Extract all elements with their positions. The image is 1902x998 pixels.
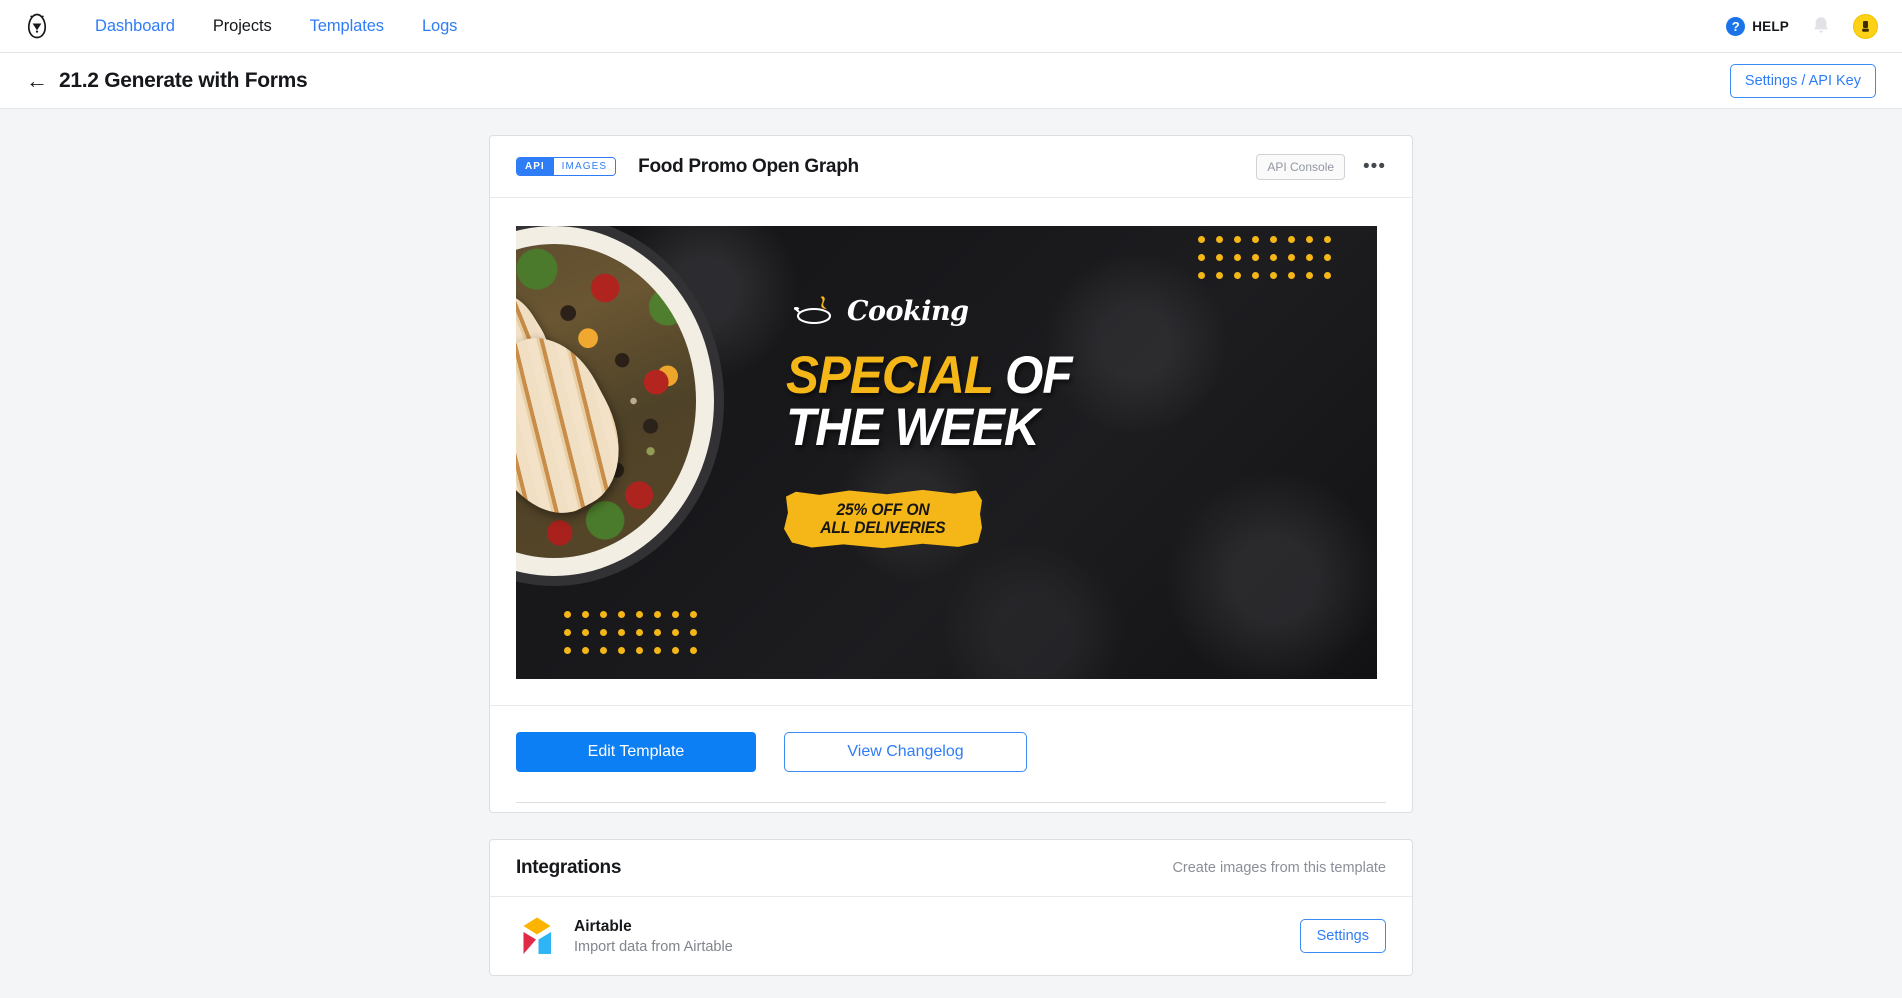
integrations-header: Integrations Create images from this tem… xyxy=(490,840,1412,897)
page-title-bar: ← 21.2 Generate with Forms Settings / AP… xyxy=(0,53,1902,109)
badge-api-label: API xyxy=(517,158,553,175)
template-card: API IMAGES Food Promo Open Graph API Con… xyxy=(489,135,1413,813)
nav-link-dashboard[interactable]: Dashboard xyxy=(76,17,194,36)
integration-texts: Airtable Import data from Airtable xyxy=(574,918,733,955)
dot-pattern-top-right xyxy=(1198,236,1342,290)
top-navigation-bar: Dashboard Projects Templates Logs ? HELP xyxy=(0,0,1902,53)
card-bottom-divider xyxy=(516,802,1386,812)
integration-description: Import data from Airtable xyxy=(574,938,733,955)
template-card-header: API IMAGES Food Promo Open Graph API Con… xyxy=(490,136,1412,198)
nav-right-group: ? HELP xyxy=(1726,13,1878,39)
discount-line-1: 25% OFF ON xyxy=(836,500,930,519)
headline-special: SPECIAL xyxy=(786,346,993,405)
integration-settings-button[interactable]: Settings xyxy=(1299,919,1386,953)
notification-bell-icon[interactable] xyxy=(1811,15,1831,37)
help-button[interactable]: ? HELP xyxy=(1726,16,1789,36)
promo-headline: SPECIAL OF THE WEEK xyxy=(786,349,1346,457)
headline-line-2: THE WEEK xyxy=(786,397,1040,457)
integrations-card: Integrations Create images from this tem… xyxy=(489,839,1413,976)
promo-discount-badge: 25% OFF ON ALL DELIVERIES xyxy=(784,489,982,549)
badge-images-label: IMAGES xyxy=(552,158,616,175)
user-avatar-icon[interactable] xyxy=(1853,13,1878,39)
back-arrow-icon[interactable]: ← xyxy=(26,69,48,92)
brand-logo: Cooking xyxy=(794,294,969,328)
template-preview-image[interactable]: Cooking SPECIAL OF THE WEEK 25% OFF ON A… xyxy=(516,226,1377,679)
nav-links: Dashboard Projects Templates Logs xyxy=(76,17,476,36)
nav-link-templates[interactable]: Templates xyxy=(291,17,403,36)
help-label: HELP xyxy=(1752,18,1789,34)
question-mark-icon: ? xyxy=(1726,16,1746,36)
nav-link-logs[interactable]: Logs xyxy=(403,17,476,36)
integrations-title: Integrations xyxy=(516,857,622,878)
template-preview-wrapper: Cooking SPECIAL OF THE WEEK 25% OFF ON A… xyxy=(490,198,1412,679)
cooking-pan-icon xyxy=(794,296,832,325)
template-card-header-actions: API Console ••• xyxy=(1256,153,1386,180)
dot-pattern-bottom-left xyxy=(564,611,708,665)
integrations-subtitle: Create images from this template xyxy=(1172,860,1386,876)
nav-link-projects[interactable]: Projects xyxy=(194,17,291,36)
egg-logo-icon[interactable] xyxy=(22,9,52,43)
overflow-menu-icon[interactable]: ••• xyxy=(1363,156,1386,176)
brand-name: Cooking xyxy=(847,295,969,327)
edit-template-button[interactable]: Edit Template xyxy=(516,732,756,772)
headline-line-1: SPECIAL OF xyxy=(786,349,1307,402)
settings-api-key-button[interactable]: Settings / API Key xyxy=(1729,63,1876,98)
food-bowl-photo xyxy=(516,226,806,608)
airtable-logo-icon xyxy=(516,915,558,957)
list-item[interactable]: Airtable Import data from Airtable Setti… xyxy=(490,897,1412,975)
integration-name: Airtable xyxy=(574,917,632,935)
api-console-button[interactable]: API Console xyxy=(1256,153,1346,180)
status-badge: API IMAGES xyxy=(516,157,617,176)
main-content: API IMAGES Food Promo Open Graph API Con… xyxy=(0,109,1902,997)
grilled-chicken-slice-main xyxy=(516,319,645,534)
discount-line-2: ALL DELIVERIES xyxy=(820,519,946,537)
view-changelog-button[interactable]: View Changelog xyxy=(784,732,1027,772)
headline-of: OF xyxy=(1005,346,1073,405)
page-title: 21.2 Generate with Forms xyxy=(59,68,308,92)
template-title: Food Promo Open Graph xyxy=(638,155,859,177)
template-actions: Edit Template View Changelog xyxy=(490,705,1412,802)
